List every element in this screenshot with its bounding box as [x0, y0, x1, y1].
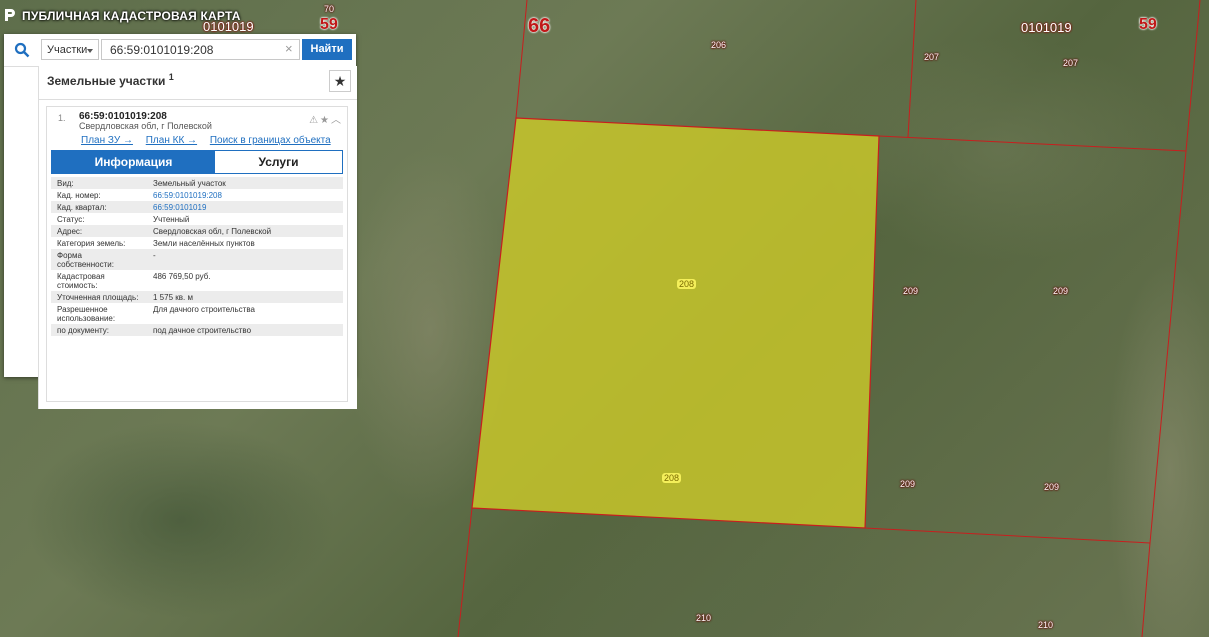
link-plan-zu[interactable]: План ЗУ → [81, 135, 133, 146]
prop-value: Для дачного строительства [153, 305, 255, 314]
boundary-line [864, 527, 1151, 544]
search-panel: Участки × Найти Земельные участки 1 ★ 1.… [4, 34, 357, 409]
map-label: 207 [924, 52, 940, 62]
map-label: 207 [1063, 58, 1079, 68]
tab-services[interactable]: Услуги [215, 151, 342, 173]
boundary-line [1149, 150, 1187, 544]
table-row: Разрешенное использование: Для дачного ст… [51, 303, 343, 324]
search-icon[interactable] [14, 42, 30, 58]
prop-value-link[interactable]: 66:59:0101019:208 [147, 189, 343, 201]
prop-key: Адрес: [57, 227, 83, 236]
object-type-label: Участки [47, 44, 88, 56]
object-type-select[interactable]: Участки [41, 39, 99, 60]
favorite-button[interactable]: ★ [329, 70, 351, 92]
warning-icon[interactable]: ⚠ [309, 115, 320, 126]
selected-parcel-208 [471, 117, 880, 529]
prop-value-link[interactable]: 66:59:0101019 [147, 201, 343, 213]
results-panel: Земельные участки 1 ★ 1. 66:59:0101019:2… [38, 66, 357, 409]
result-address: Свердловская обл, г Полевской [79, 121, 212, 131]
result-tabs: Информация Услуги [51, 150, 343, 174]
prop-key: Форма собственности: [57, 251, 114, 269]
prop-key: Разрешенное использование: [57, 305, 116, 323]
prop-key: Кад. квартал: [57, 203, 107, 212]
boundary-line [878, 135, 1187, 152]
prop-value: 486 769,50 руб. [153, 272, 211, 281]
map-label: 59 [320, 16, 338, 33]
prop-key: по документу: [57, 326, 109, 335]
map-label: 209 [1044, 482, 1060, 492]
table-row: Категория земель: Земли населённых пункто… [51, 237, 343, 249]
table-row: Статус: Учтенный [51, 213, 343, 225]
table-row: Кадастровая стоимость: 486 769,50 руб. [51, 270, 343, 291]
link-plan-kk[interactable]: План КК → [146, 135, 197, 146]
chevron-down-icon [87, 49, 93, 53]
star-icon: ★ [333, 73, 347, 89]
app-header: ПУБЛИЧНАЯ КАДАСТРОВАЯ КАРТА [0, 0, 300, 30]
table-row: Вид: Земельный участок [51, 177, 343, 189]
prop-value: Учтенный [153, 215, 190, 224]
boundary-line [907, 0, 917, 138]
results-heading-text: Земельные участки [47, 74, 166, 88]
result-actions: ⚠★︿ [309, 111, 343, 126]
prop-key: Кад. номер: [57, 191, 101, 200]
prop-key: Категория земель: [57, 239, 126, 248]
table-row: Кад. квартал: 66:59:0101019 [51, 201, 343, 213]
map-label: 209 [1053, 286, 1069, 296]
map-label: 70 [324, 4, 335, 14]
close-icon[interactable]: × [285, 41, 293, 57]
prop-value: под дачное строительство [153, 326, 252, 335]
map-label: 0101019 [1021, 20, 1072, 35]
map-label: 209 [903, 286, 919, 296]
map-label: 66 [528, 15, 551, 37]
table-row: Адрес: Свердловская обл, г Полевской [51, 225, 343, 237]
prop-key: Вид: [57, 179, 74, 188]
divider [39, 99, 357, 100]
map-label: 206 [711, 40, 727, 50]
result-card: 1. 66:59:0101019:208 Свердловская обл, г… [46, 106, 348, 402]
map-label: 59 [1139, 16, 1157, 33]
table-row: Форма собственности: - [51, 249, 343, 270]
table-row: Кад. номер: 66:59:0101019:208 [51, 189, 343, 201]
map-label: 210 [696, 613, 712, 623]
table-row: по документу: под дачное строительство [51, 324, 343, 336]
boundary-line [515, 0, 528, 119]
results-count: 1 [168, 72, 174, 82]
boundary-line [1141, 542, 1151, 637]
result-number: 1. [58, 113, 66, 123]
map-label: 208 [677, 279, 697, 289]
chevron-up-icon[interactable]: ︿ [331, 115, 343, 126]
prop-value: Свердловская обл, г Полевской [153, 227, 272, 236]
prop-key: Кадастровая стоимость: [57, 272, 105, 290]
star-icon[interactable]: ★ [320, 115, 331, 126]
prop-value: Земельный участок [153, 179, 226, 188]
boundary-line [1185, 0, 1201, 152]
map-label: 210 [1038, 620, 1054, 630]
properties-table: Вид: Земельный участок Кад. номер: 66:59:0… [51, 177, 343, 336]
prop-value: 1 575 кв. м [153, 293, 193, 302]
search-bar: Участки × Найти [4, 34, 356, 67]
prop-key: Уточненная площадь: [57, 293, 139, 302]
map-label: 209 [900, 479, 916, 489]
results-heading: Земельные участки 1 [47, 72, 174, 88]
map-label: 208 [662, 473, 682, 483]
tab-info[interactable]: Информация [52, 151, 215, 173]
table-row: Уточненная площадь: 1 575 кв. м [51, 291, 343, 303]
logo-icon [5, 9, 15, 21]
prop-key: Статус: [57, 215, 85, 224]
prop-value: Земли населённых пунктов [153, 239, 255, 248]
search-input[interactable] [101, 39, 300, 60]
prop-value: - [153, 251, 156, 260]
find-button[interactable]: Найти [302, 39, 352, 60]
boundary-line [457, 507, 473, 637]
app-title: ПУБЛИЧНАЯ КАДАСТРОВАЯ КАРТА [22, 9, 241, 23]
